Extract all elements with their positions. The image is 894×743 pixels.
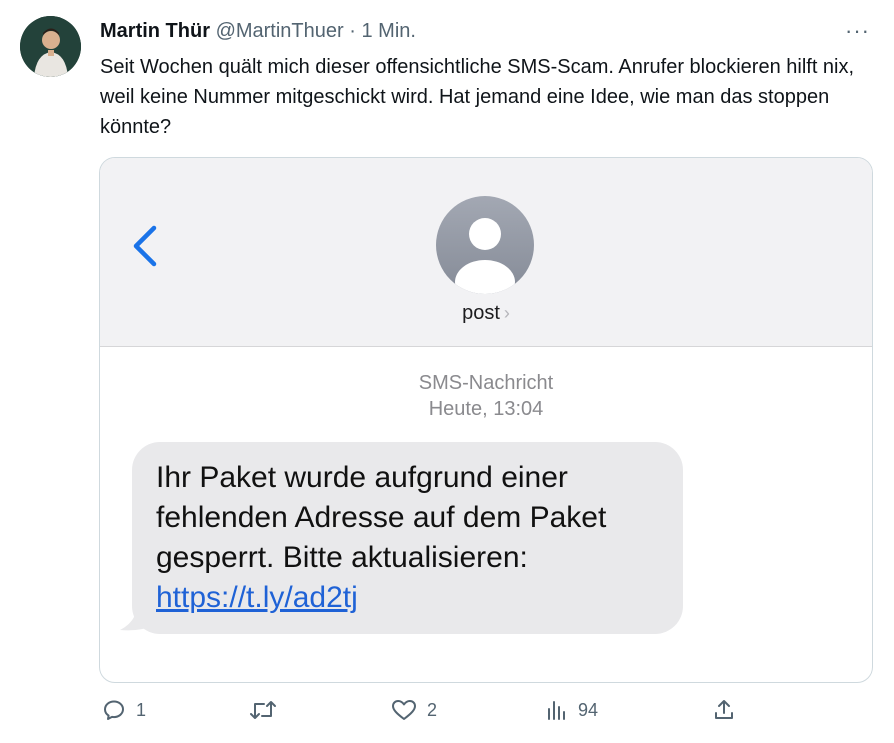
like-count: 2 [427, 699, 438, 720]
sms-header: post › [100, 158, 872, 347]
share-icon [715, 700, 733, 719]
contact-name: post › [100, 302, 872, 325]
retweet-icon [250, 701, 276, 719]
sms-timestamp: Heute, 13:04 [428, 398, 544, 420]
timestamp[interactable]: 1 Min. [361, 20, 415, 42]
reply-count: 1 [136, 699, 147, 720]
share-button[interactable] [712, 698, 736, 722]
views-count: 94 [578, 699, 599, 720]
action-bar: 1 2 94 [0, 698, 894, 732]
analytics-icon [548, 701, 565, 720]
contact-label: post [462, 302, 500, 324]
heart-icon [392, 700, 416, 720]
avatar[interactable] [20, 16, 81, 77]
sms-bubble: Ihr Paket wurde aufgrund einer fehlenden… [132, 442, 683, 634]
sms-message: Ihr Paket wurde aufgrund einer fehlenden… [156, 461, 607, 574]
retweet-button[interactable] [249, 698, 287, 722]
back-chevron-icon [133, 225, 157, 267]
reply-icon [104, 700, 124, 720]
contact-avatar-icon [436, 196, 534, 294]
sms-type-label: SMS-Nachricht [418, 372, 554, 394]
separator: · [349, 20, 356, 42]
reply-button[interactable]: 1 [102, 698, 146, 722]
avatar-photo [20, 16, 81, 77]
contact-chevron-icon: › [503, 303, 510, 323]
author-name[interactable]: Martin Thür [100, 20, 210, 42]
sms-link[interactable]: https://t.ly/ad2tj [156, 581, 358, 614]
tweet-header: Martin Thür @MartinThuer · 1 Min. [100, 18, 416, 44]
more-options-icon[interactable]: ··· [845, 18, 870, 44]
views-button[interactable]: 94 [546, 698, 598, 722]
author-handle[interactable]: @MartinThuer [216, 20, 344, 42]
tweet-media[interactable]: post › SMS-Nachricht Heute, 13:04 Ihr Pak… [99, 157, 873, 683]
like-button[interactable]: 2 [391, 698, 437, 722]
tweet-text: Seit Wochen quält mich dieser offensicht… [100, 56, 855, 138]
